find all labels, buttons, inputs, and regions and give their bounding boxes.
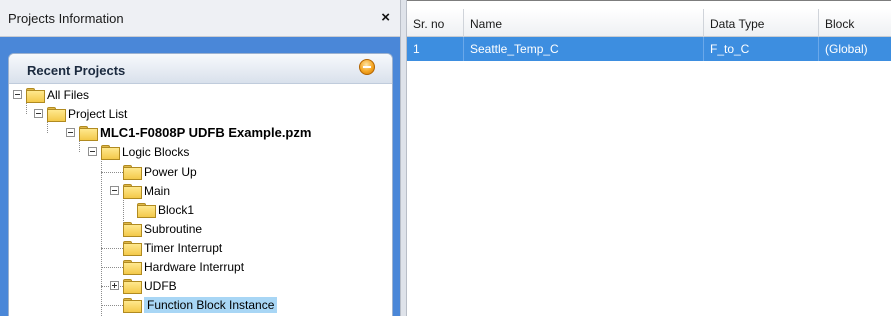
folder-icon	[123, 260, 142, 275]
tree-connector	[101, 267, 123, 268]
tree-item-label: Power Up	[144, 164, 197, 179]
tree-item-logic-blocks[interactable]: Logic Blocks	[88, 142, 189, 161]
recent-projects-title: Recent Projects	[27, 63, 126, 78]
tree-item-project[interactable]: MLC1-F0808P UDFB Example.pzm	[66, 123, 311, 142]
collapse-node-icon[interactable]	[110, 186, 119, 195]
tree-item-all-files[interactable]: All Files	[13, 85, 89, 104]
folder-icon	[123, 298, 142, 313]
collapse-node-icon[interactable]	[88, 147, 97, 156]
tree-item-subroutine[interactable]: Subroutine	[123, 219, 202, 238]
folder-icon	[26, 88, 45, 103]
folder-icon	[123, 279, 142, 294]
tree-item-label: Subroutine	[144, 221, 203, 236]
close-icon[interactable]: ×	[381, 9, 390, 26]
folder-icon	[123, 184, 142, 199]
tree-item-label: Project List	[68, 106, 128, 121]
cell-block[interactable]: (Global)	[819, 37, 891, 61]
column-header-name[interactable]: Name	[464, 9, 704, 37]
folder-icon	[123, 165, 142, 180]
column-header-data-type[interactable]: Data Type	[704, 9, 819, 37]
tree-item-udfb[interactable]: UDFB	[110, 276, 177, 295]
folder-icon	[101, 145, 120, 160]
expand-node-icon[interactable]	[110, 281, 119, 290]
column-header-block[interactable]: Block	[819, 9, 891, 37]
collapse-node-icon[interactable]	[13, 90, 22, 99]
projects-information-header: Projects Information ×	[0, 0, 400, 37]
tree-item-main[interactable]: Main	[110, 181, 170, 200]
tree-item-label: MLC1-F0808P UDFB Example.pzm	[100, 125, 312, 140]
recent-projects-header[interactable]: Recent Projects	[9, 54, 392, 84]
grid-header: Sr. no Name Data Type Block	[407, 9, 891, 37]
folder-icon	[123, 241, 142, 256]
tree-connector	[101, 305, 123, 306]
tree-item-power-up[interactable]: Power Up	[123, 162, 197, 181]
table-row[interactable]: 1 Seattle_Temp_C F_to_C (Global)	[407, 37, 891, 61]
tree-item-function-block-instance[interactable]: Function Block Instance	[123, 295, 278, 314]
cell-data-type[interactable]: F_to_C	[704, 37, 819, 61]
folder-icon	[47, 107, 66, 122]
folder-icon	[123, 222, 142, 237]
folder-icon	[79, 126, 98, 141]
tree-item-label: All Files	[47, 87, 90, 102]
tree-item-label: Block1	[158, 202, 195, 217]
cell-sr-no[interactable]: 1	[407, 37, 464, 61]
tree-connector	[101, 248, 123, 249]
tree-item-label: Main	[144, 183, 171, 198]
tree-item-hardware-interrupt[interactable]: Hardware Interrupt	[123, 257, 244, 276]
cell-name[interactable]: Seattle_Temp_C	[464, 37, 704, 61]
column-header-sr-no[interactable]: Sr. no	[407, 9, 464, 37]
tree-item-label: Function Block Instance	[144, 296, 278, 313]
collapse-icon[interactable]	[359, 59, 375, 75]
tree-connector	[101, 156, 102, 316]
collapse-node-icon[interactable]	[66, 128, 75, 137]
tree-item-label: Logic Blocks	[122, 144, 190, 159]
pane-title: Projects Information	[8, 11, 124, 26]
recent-projects-panel: Recent Projects All Files Project List M…	[8, 53, 393, 316]
tree-item-label: Timer Interrupt	[144, 240, 223, 255]
collapse-node-icon[interactable]	[34, 109, 43, 118]
projects-information-pane: Projects Information × Recent Projects A…	[0, 0, 400, 316]
tree-connector	[101, 172, 123, 173]
pane-splitter[interactable]	[400, 0, 407, 316]
folder-icon	[137, 203, 156, 218]
tags-grid: Sr. no Name Data Type Block 1 Seattle_Te…	[407, 0, 891, 316]
tree-item-project-list[interactable]: Project List	[34, 104, 127, 123]
tree-item-label: UDFB	[144, 278, 177, 293]
tree-item-label: Hardware Interrupt	[144, 259, 245, 274]
tree-item-block1[interactable]: Block1	[137, 200, 194, 219]
tree-item-timer-interrupt[interactable]: Timer Interrupt	[123, 238, 222, 257]
